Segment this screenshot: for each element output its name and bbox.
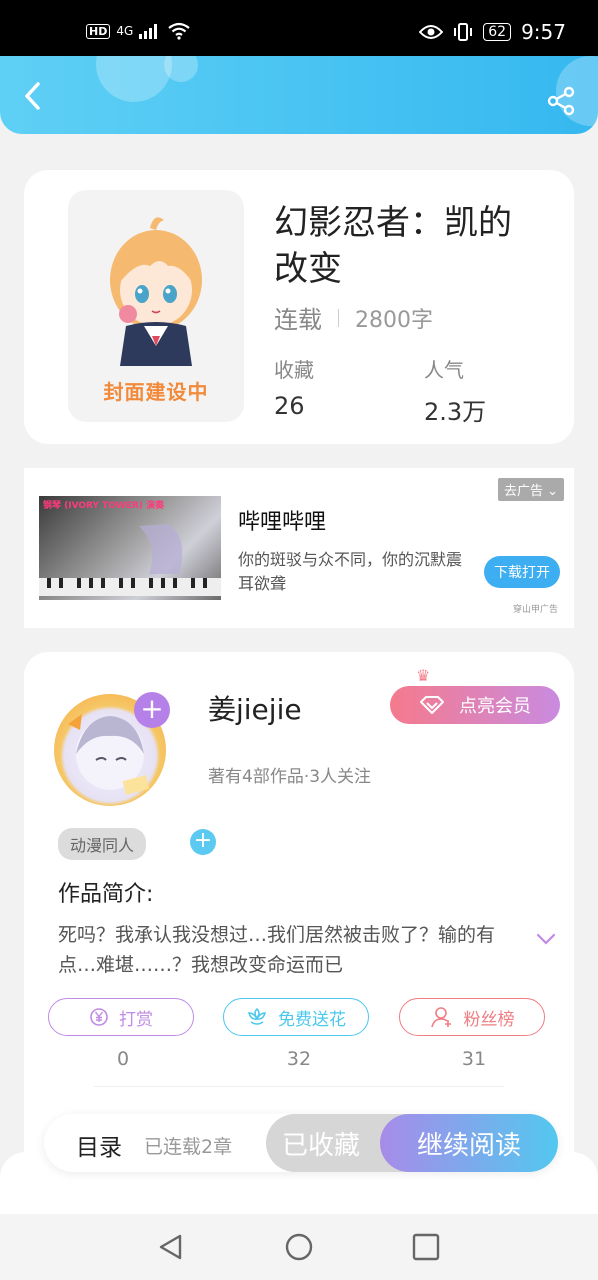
book-cover[interactable]: 封面建设中	[68, 190, 244, 422]
intro-text: 死吗？我承认我没想过…我们居然被击败了？输的有点…难堪……？我想改变命运而已	[58, 924, 496, 976]
book-info-card: 封面建设中 幻影忍者：凯的改变 连载 2800字 收藏 26 人气 2.3万	[24, 170, 574, 444]
book-title: 幻影忍者：凯的改变	[274, 203, 512, 289]
fans-ranking-label: 粉丝榜	[463, 1009, 515, 1030]
network-type: 4G	[116, 24, 134, 38]
status-bar: HD 4G 62 9:57	[0, 0, 598, 56]
hd-indicator: HD	[86, 23, 111, 39]
ad-title: 哔哩哔哩	[238, 510, 327, 535]
fans-count: 31	[461, 1048, 487, 1070]
word-count: 2800字	[355, 307, 433, 333]
continue-reading-button[interactable]: 继续阅读	[380, 1114, 558, 1172]
serial-status: 连载	[274, 306, 322, 334]
nav-recents-icon[interactable]	[411, 1232, 441, 1262]
reading-action-bar: 目录 已连载2章 已收藏 继续阅读	[44, 1114, 558, 1172]
author-card: + 姜jiejie ♛ 点亮会员 著有4部作品·3人关注 动漫同人 + 作品简介…	[24, 652, 574, 1182]
tip-label: 打赏	[119, 1009, 153, 1030]
add-tag-button[interactable]: +	[190, 829, 216, 855]
back-arrow-icon[interactable]	[18, 80, 50, 112]
follow-plus-button[interactable]: +	[134, 692, 170, 728]
piano-keys-image	[39, 524, 221, 596]
fans-ranking-button[interactable]: 粉丝榜	[399, 998, 545, 1036]
ad-download-button[interactable]: 下载打开	[484, 556, 560, 588]
wifi-icon	[168, 22, 190, 40]
vibrate-icon	[454, 23, 473, 41]
chapter-count: 已连载2章	[144, 1136, 233, 1158]
collected-label: 已收藏	[281, 1130, 360, 1161]
book-meta: 连载 2800字	[274, 300, 433, 335]
nav-home-icon[interactable]	[284, 1232, 314, 1262]
crown-icon: ♛	[416, 666, 431, 685]
cover-mascot-image	[110, 217, 202, 366]
cover-placeholder-text: 封面建设中	[103, 380, 209, 404]
ad-banner[interactable]: 钢琴 (IVORY TOWER) 演奏 哔哩哔哩 你的斑驳与众不同，你的沉默震耳…	[24, 468, 574, 628]
send-flower-label: 免费送花	[278, 1009, 346, 1030]
favorites-label: 收藏	[274, 358, 314, 382]
author-name: 姜jiejie	[208, 693, 302, 726]
ad-source: 穿山甲广告	[512, 605, 558, 615]
meta-divider	[338, 308, 339, 327]
table-of-contents-button[interactable]: 目录	[76, 1128, 122, 1162]
favorites-value: 26	[274, 392, 305, 420]
vip-button[interactable]: 点亮会员	[390, 686, 560, 724]
tip-button[interactable]: 打赏	[48, 998, 194, 1036]
fans-icon	[430, 1007, 451, 1028]
genre-tag[interactable]: 动漫同人	[58, 828, 147, 860]
flower-count: 32	[286, 1048, 312, 1070]
chevron-down-icon: ⌄	[547, 484, 558, 499]
remove-ad-label: 去广告	[503, 484, 543, 499]
tip-count: 0	[116, 1048, 130, 1070]
vip-label: 点亮会员	[459, 696, 531, 717]
clock: 9:57	[521, 20, 566, 44]
ad-description: 你的斑驳与众不同，你的沉默震耳欲聋	[238, 550, 463, 593]
intro-heading: 作品简介:	[58, 882, 154, 907]
flower-icon	[248, 1007, 266, 1025]
decor-bubble	[96, 56, 172, 102]
signal-icon	[139, 24, 158, 39]
chevron-down-icon[interactable]	[536, 932, 556, 946]
yen-icon	[90, 1008, 108, 1026]
send-flower-button[interactable]: 免费送花	[223, 998, 369, 1036]
battery-indicator: 62	[483, 23, 512, 41]
nav-back-icon[interactable]	[156, 1232, 186, 1262]
author-stats: 著有4部作品·3人关注	[208, 767, 372, 787]
top-header	[0, 56, 598, 134]
system-nav-bar	[0, 1214, 598, 1280]
ad-thumbnail[interactable]: 钢琴 (IVORY TOWER) 演奏	[39, 496, 221, 600]
diamond-icon	[420, 696, 444, 714]
popularity-value: 2.3万	[424, 398, 487, 426]
remove-ad-button[interactable]: 去广告 ⌄	[497, 478, 564, 501]
divider	[94, 1086, 504, 1087]
popularity-label: 人气	[424, 358, 464, 382]
eye-icon	[419, 25, 444, 39]
share-icon[interactable]	[546, 86, 576, 116]
